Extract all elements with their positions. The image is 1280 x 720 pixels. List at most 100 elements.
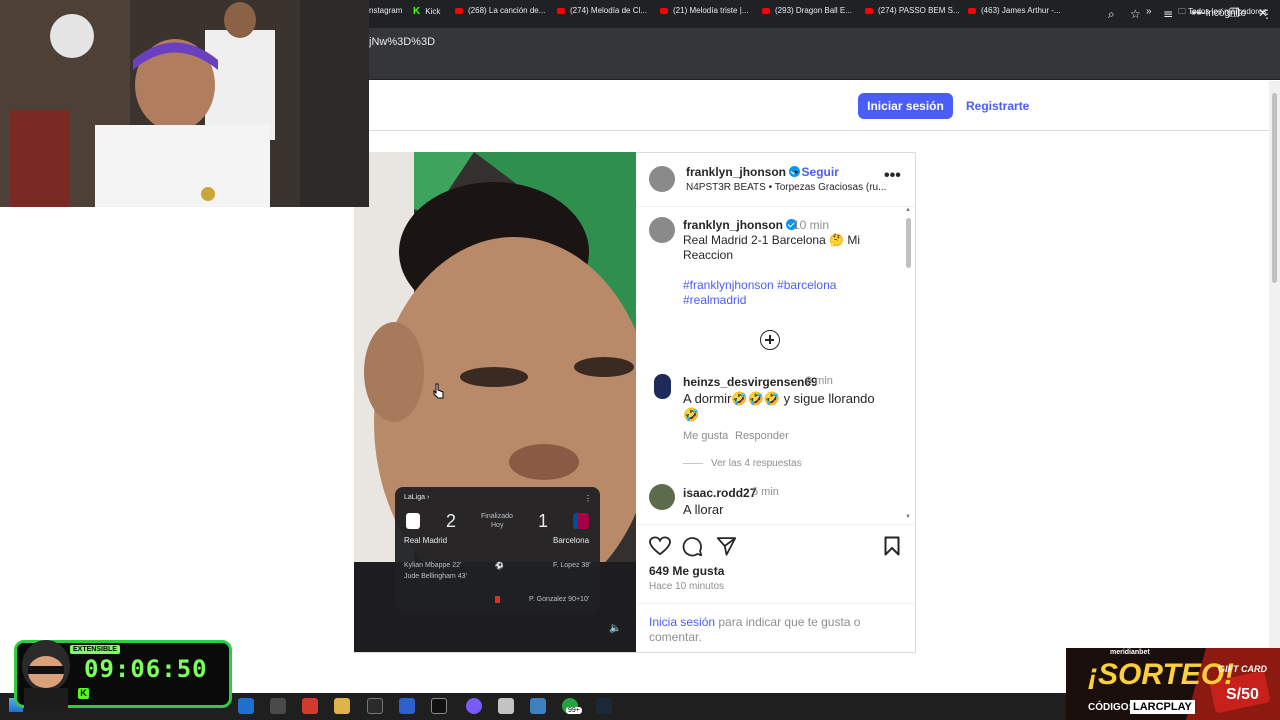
bookmark-item[interactable]: (293) Dragon Ball E...: [762, 6, 852, 15]
notification-badge: 99+: [566, 707, 582, 714]
youtube-icon: [455, 7, 463, 14]
all-bookmarks-folder[interactable]: 🗀 Todos los marcadores: [1178, 6, 1266, 20]
barcelona-crest-icon: [573, 513, 589, 529]
bookmark-item[interactable]: nstagram: [369, 6, 402, 15]
post-author[interactable]: franklyn_jhonson: [686, 165, 801, 179]
bookmark-item[interactable]: (274) PASSO BEM S...: [865, 6, 960, 15]
share-icon[interactable]: [716, 536, 737, 556]
away-score: 1: [538, 511, 549, 531]
app-taskbar-icon[interactable]: [498, 698, 514, 714]
page-scrollbar-thumb[interactable]: [1272, 93, 1277, 283]
webcam-overlay: [0, 0, 369, 207]
gift-card-label: GIFT CARD: [1218, 664, 1267, 674]
caption-author[interactable]: franklyn_jhonson: [683, 218, 798, 232]
url-text[interactable]: jNw%3D%3D: [369, 36, 435, 48]
bookmark-item[interactable]: (274) Melodía de Cl...: [557, 6, 647, 15]
bookmark-item[interactable]: (268) La canción de...: [455, 6, 545, 15]
home-scorer: Kylian Mbappe 22': [404, 562, 462, 569]
bookmark-icon[interactable]: [884, 536, 900, 556]
like-heart-icon[interactable]: [649, 536, 671, 556]
audio-info[interactable]: N4PST3R BEATS • Torpezas Graciosas (ru..…: [686, 182, 886, 193]
webcam-feed: [0, 0, 369, 207]
media-control-icon[interactable]: ≡: [1163, 7, 1173, 21]
bookmark-item[interactable]: (21) Melodía triste |...: [660, 6, 748, 15]
zoom-icon[interactable]: ⌕: [1108, 7, 1115, 22]
home-scorer: Jude Bellingham 43': [404, 573, 467, 580]
login-link[interactable]: Inicia sesión: [649, 615, 715, 629]
real-madrid-crest-icon: [406, 513, 420, 529]
follow-button[interactable]: • Seguir: [794, 165, 839, 179]
more-bookmarks-icon[interactable]: »: [1146, 6, 1152, 17]
discord-icon[interactable]: [466, 698, 482, 714]
away-scorer: F. Lopez 38': [553, 562, 591, 569]
app-taskbar-icon[interactable]: [431, 698, 447, 714]
comment-time: 8 min: [806, 375, 833, 387]
caption-hashtags[interactable]: #franklynjhonson #barcelona: [683, 278, 836, 292]
away-team-name: Barcelona: [553, 536, 590, 545]
comments-scrollbar[interactable]: [905, 210, 913, 522]
promo-title: ¡SORTEO!: [1088, 658, 1235, 691]
app-taskbar-icon[interactable]: [238, 698, 254, 714]
comment-text: A llorar: [683, 502, 724, 517]
youtube-icon: [968, 7, 976, 14]
app-taskbar-icon[interactable]: [302, 698, 318, 714]
steam-icon[interactable]: [596, 698, 612, 714]
bookmark-item[interactable]: K Kick: [413, 6, 440, 17]
author-avatar[interactable]: [649, 217, 675, 243]
caption-text: Real Madrid 2-1 Barcelona 🤔 Mi: [683, 233, 861, 247]
divider: [637, 524, 915, 525]
promo-banner: meridianbet ¡SORTEO! CÓDIGO: LARCPLAY GI…: [1066, 648, 1280, 720]
divider: [683, 463, 703, 464]
login-prompt: Inicia sesión para indicar que te gusta …: [649, 615, 861, 629]
caption-hashtags[interactable]: #realmadrid: [683, 293, 746, 307]
scroll-down-icon[interactable]: ▼: [905, 514, 911, 520]
divider: [637, 206, 915, 207]
mute-icon[interactable]: 🔈: [609, 623, 621, 634]
youtube-icon: [865, 7, 873, 14]
bookmark-item[interactable]: (463) James Arthur -...: [968, 6, 1061, 15]
app-taskbar-icon[interactable]: [399, 698, 415, 714]
comment-time: 5 min: [752, 486, 779, 498]
view-replies-button[interactable]: Ver las 4 respuestas: [711, 458, 802, 469]
promo-code-label: CÓDIGO:: [1088, 702, 1132, 713]
comment-author[interactable]: heinzs_desvirgensen69: [683, 375, 818, 389]
divider: [637, 603, 915, 604]
login-button[interactable]: Iniciar sesión: [858, 93, 953, 119]
more-icon: ⋮: [584, 494, 592, 503]
caption-time: 10 min: [793, 218, 830, 232]
load-more-comments-icon[interactable]: [760, 330, 780, 350]
author-avatar[interactable]: [649, 166, 675, 192]
youtube-icon: [762, 7, 770, 14]
likes-count[interactable]: 649 Me gusta: [649, 564, 724, 578]
home-score: 2: [446, 511, 457, 531]
subathon-timer: 09:06:50: [84, 655, 208, 683]
mouse-cursor-icon: [433, 383, 444, 399]
app-taskbar-icon[interactable]: [270, 698, 286, 714]
register-link[interactable]: Registrarte: [966, 99, 1029, 113]
app-taskbar-icon[interactable]: [367, 698, 383, 714]
league-label: LaLiga ›: [404, 494, 430, 501]
comments-scrollbar-thumb[interactable]: [906, 218, 911, 268]
extensible-label: EXTENSIBLE: [70, 645, 120, 654]
youtube-icon: [557, 7, 565, 14]
comment-like-button[interactable]: Me gusta: [683, 430, 728, 442]
comment-text: 🤣: [683, 407, 700, 422]
scroll-up-icon[interactable]: ▲: [905, 207, 911, 213]
match-status: Finalizado: [481, 513, 513, 520]
commenter-avatar[interactable]: [649, 484, 675, 510]
comment-reply-button[interactable]: Responder: [735, 430, 789, 442]
commenter-avatar[interactable]: [654, 374, 671, 399]
more-options-icon[interactable]: •••: [884, 167, 901, 185]
post-timestamp: Hace 10 minutos: [649, 581, 725, 592]
comment-author[interactable]: isaac.rodd27: [683, 486, 756, 500]
file-explorer-icon[interactable]: [334, 698, 350, 714]
caption-text: Reaccion: [683, 248, 734, 262]
comment-icon[interactable]: [682, 536, 703, 557]
calculator-icon[interactable]: [530, 698, 546, 714]
red-card-player: P. Gonzalez 90+10': [529, 596, 590, 603]
screen: ─ ❐ ✕ jNw%3D%3D ⌕ ☆ ≡ 🕶 Incógnito ⋮ nsta…: [0, 0, 1280, 720]
star-bookmark-icon[interactable]: ☆: [1130, 7, 1141, 21]
match-date: Hoy: [491, 522, 504, 529]
kick-icon: K: [78, 688, 89, 699]
home-team-name: Real Madrid: [404, 536, 448, 545]
